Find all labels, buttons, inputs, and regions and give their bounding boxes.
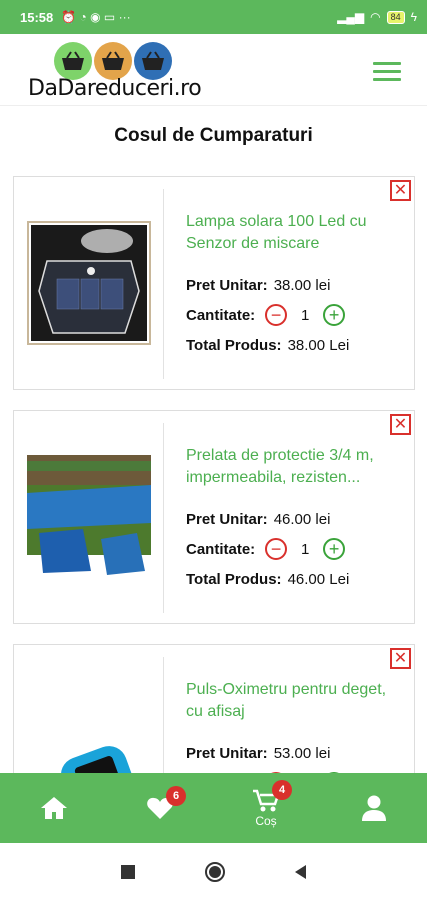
unit-price-label: Pret Unitar: [186,745,268,762]
charging-icon: ϟ [410,10,417,24]
menu-icon[interactable] [373,62,401,82]
product-image[interactable] [27,455,151,579]
unit-price-row: Pret Unitar: 38.00 lei [186,277,330,294]
unit-price-value: 53.00 lei [273,745,331,762]
decrease-quantity-button[interactable]: − [265,304,288,326]
product-image[interactable] [27,221,151,345]
signal-icon: ▂▄▆ [337,10,365,24]
status-system-icons: ▂▄▆ ◠ 84 ϟ [337,10,417,24]
home-icon [41,797,67,819]
recents-button-icon[interactable] [121,864,135,879]
logo-text: DaDareduceri.ro [28,76,202,101]
total-label: Total Produs: [186,337,282,354]
status-bar: 15:58 ⏰ ◔ ◉ ▭ ··· ▂▄▆ ◠ 84 ϟ [0,0,427,34]
quantity-row: Cantitate: − 1 + [186,304,346,326]
remove-item-button[interactable]: ✕ [390,648,411,669]
nav-cart-label: Coș [255,813,277,828]
basket-icon [94,42,132,80]
total-label: Total Produs: [186,571,282,588]
cart-item-card: ✕ Lampa solara 100 Led cu Senzor de misc… [13,176,415,390]
unit-price-label: Pret Unitar: [186,277,268,294]
nav-favorites[interactable]: 6 [130,773,190,843]
quantity-row: Cantitate: − 1 + [186,538,346,560]
remove-item-button[interactable]: ✕ [390,414,411,435]
unit-price-value: 38.00 lei [273,277,331,294]
product-name-link[interactable]: Prelata de protectie 3/4 m, impermeabila… [186,445,406,489]
unit-price-label: Pret Unitar: [186,511,268,528]
back-button-icon[interactable] [295,864,306,879]
site-logo[interactable]: DaDareduceri.ro [28,42,202,102]
favorites-badge: 6 [166,786,186,806]
basket-icon [134,42,172,80]
page-title: Cosul de Cumparaturi [114,125,313,146]
quantity-label: Cantitate: [186,540,256,558]
home-button-icon[interactable] [205,861,225,882]
wifi-icon: ◠ [370,10,381,24]
logo-baskets [54,42,172,80]
cart-badge: 4 [272,780,292,800]
cart-item-card: ✕ Prelata de protectie 3/4 m, impermeabi… [13,410,415,624]
status-time: 15:58 [20,9,54,25]
nav-account[interactable] [344,773,404,843]
quantity-value: 1 [301,306,310,324]
system-navigation-bar [0,843,427,900]
total-value: 46.00 Lei [287,571,350,588]
unit-price-value: 46.00 lei [273,511,331,528]
card-divider [163,423,164,613]
product-name-link[interactable]: Lampa solara 100 Led cu Senzor de miscar… [186,211,406,255]
decrease-quantity-button[interactable]: − [265,538,288,560]
bottom-navigation: 6 Coș 4 [0,773,427,843]
total-row: Total Produs: 46.00 Lei [186,571,349,588]
quantity-label: Cantitate: [186,306,256,324]
quantity-value: 1 [301,540,310,558]
basket-icon [54,42,92,80]
status-notification-icons: ⏰ ◔ ◉ ▭ ··· [61,10,131,24]
app-header: DaDareduceri.ro [0,34,427,106]
unit-price-row: Pret Unitar: 53.00 lei [186,745,330,762]
nav-cart[interactable]: Coș 4 [236,773,296,843]
battery-icon: 84 [386,10,405,24]
product-name-link[interactable]: Puls-Oximetru pentru deget, cu afisaj [186,679,406,723]
user-icon [362,795,386,821]
card-divider [163,189,164,379]
nav-home[interactable] [24,773,84,843]
remove-item-button[interactable]: ✕ [390,180,411,201]
increase-quantity-button[interactable]: + [323,304,346,326]
total-value: 38.00 Lei [287,337,350,354]
increase-quantity-button[interactable]: + [323,538,346,560]
unit-price-row: Pret Unitar: 46.00 lei [186,511,330,528]
total-row: Total Produs: 38.00 Lei [186,337,349,354]
